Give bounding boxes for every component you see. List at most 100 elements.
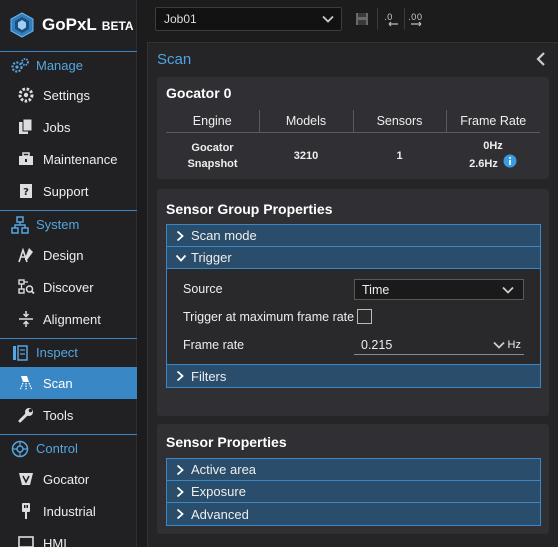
chevron-right-icon — [175, 370, 189, 382]
job-select[interactable]: Job01 — [155, 7, 342, 31]
nav-design[interactable]: Design — [0, 239, 137, 271]
discover-icon — [16, 277, 36, 297]
sidebar: GoPxL BETA Manage Settings Jobs Maintena… — [0, 0, 137, 547]
nav-tools[interactable]: Tools — [0, 399, 137, 431]
hmi-icon — [16, 533, 36, 547]
engine-mode: Snapshot — [187, 157, 238, 170]
documents-icon — [16, 117, 36, 137]
toolbar: Job01 .0 .00 — [148, 0, 558, 38]
source-select[interactable]: Time — [354, 279, 524, 300]
section-label: Filters — [191, 368, 227, 384]
max-rate-label: Trigger at maximum frame rate — [183, 310, 355, 324]
nav-maintenance[interactable]: Maintenance — [0, 143, 137, 175]
chevron-down-icon — [501, 283, 515, 300]
section-label: Advanced — [191, 506, 249, 522]
sensor-property-sections: Active area Exposure Advanced — [166, 458, 541, 526]
inspect-icon — [10, 343, 30, 363]
gocator-status-card: Gocator 0 Engine Models Sensors Frame Ra… — [157, 77, 549, 179]
nav-label: Industrial — [43, 503, 96, 519]
frame-rate-label: Frame rate — [183, 338, 245, 352]
models-cell: 3210 — [293, 149, 319, 162]
section-filters[interactable]: Filters — [167, 365, 540, 387]
nav-label: Tools — [43, 407, 74, 423]
chevron-down-icon — [175, 253, 189, 263]
nav-label: Maintenance — [43, 151, 118, 167]
decrease-decimals-icon[interactable]: .0 — [382, 9, 402, 29]
frame-rate-value: 0.215 — [361, 337, 393, 352]
collapse-panel-icon[interactable] — [534, 51, 548, 72]
status-table: Engine Models Sensors Frame Rate Gocator… — [166, 110, 540, 173]
section-scan-mode[interactable]: Scan mode — [167, 225, 540, 247]
increase-decimals-icon[interactable]: .00 — [407, 9, 427, 29]
col-header-engine: Engine — [166, 110, 260, 132]
chevron-right-icon — [175, 486, 189, 498]
chevron-right-icon — [175, 464, 189, 476]
svg-text:.0: .0 — [384, 13, 393, 23]
info-icon[interactable] — [503, 154, 517, 173]
nav-label: Settings — [43, 87, 90, 103]
panel-title: Scan — [157, 51, 192, 68]
nav-hmi[interactable]: HMI — [0, 527, 137, 547]
control-icon — [10, 439, 30, 459]
chevron-right-icon — [175, 508, 189, 520]
nav-label: Gocator — [43, 471, 90, 487]
section-control[interactable]: Control — [0, 434, 137, 462]
svg-text:.00: .00 — [408, 13, 423, 23]
wrench-icon — [16, 405, 36, 425]
section-advanced[interactable]: Advanced — [167, 503, 540, 525]
section-label: Manage — [36, 58, 83, 73]
save-icon[interactable] — [352, 9, 372, 29]
sensors-cell: 1 — [396, 149, 403, 162]
nav-label: Support — [43, 183, 89, 199]
network-icon — [10, 215, 30, 235]
gopxl-logo-icon — [10, 12, 34, 38]
nav-label: HMI — [43, 535, 67, 547]
job-select-value: Job01 — [164, 12, 197, 26]
frame-rate-current: 0Hz — [483, 140, 503, 152]
nav-jobs[interactable]: Jobs — [0, 111, 137, 143]
chevron-down-icon[interactable] — [492, 339, 506, 354]
nav-label: Jobs — [43, 119, 71, 135]
section-exposure[interactable]: Exposure — [167, 481, 540, 503]
frame-rate-cell: 0Hz 2.6Hz — [446, 138, 540, 173]
col-header-sensors: Sensors — [353, 110, 447, 132]
section-trigger[interactable]: Trigger — [167, 247, 540, 269]
card-title: Sensor Group Properties — [166, 201, 333, 217]
nav-settings[interactable]: Settings — [0, 79, 137, 111]
alignment-icon — [16, 309, 36, 329]
scan-panel: Scan Gocator 0 Engine Models Sensors Fra… — [147, 42, 558, 547]
section-inspect[interactable]: Inspect — [0, 338, 137, 366]
section-label: Exposure — [191, 484, 246, 499]
toolbar-divider — [377, 8, 378, 30]
section-active-area[interactable]: Active area — [167, 459, 540, 481]
scan-icon — [16, 373, 36, 393]
sensor-group-card: Sensor Group Properties Scan mode Trigge… — [157, 189, 549, 416]
nav-gocator[interactable]: Gocator — [0, 463, 137, 495]
gear-icon — [16, 85, 36, 105]
source-label: Source — [183, 282, 223, 296]
nav-industrial[interactable]: Industrial — [0, 495, 137, 527]
max-rate-checkbox[interactable] — [357, 309, 372, 324]
section-label: Control — [36, 441, 78, 456]
sensor-properties-card: Sensor Properties Active area Exposure A… — [157, 424, 549, 534]
section-system[interactable]: System — [0, 210, 137, 238]
nav-discover[interactable]: Discover — [0, 271, 137, 303]
table-row: Gocator Snapshot 3210 1 0Hz 2.6Hz — [166, 138, 540, 173]
toolbar-divider — [404, 8, 405, 30]
section-manage[interactable]: Manage — [0, 51, 137, 79]
logo: GoPxL BETA — [0, 0, 137, 50]
gears-icon — [10, 56, 30, 76]
nav-support[interactable]: ? Support — [0, 175, 137, 207]
section-label: Inspect — [36, 345, 78, 360]
section-label: System — [36, 217, 80, 232]
frame-rate-input[interactable]: 0.215 Hz — [354, 335, 524, 355]
help-book-icon: ? — [16, 181, 36, 201]
nav-alignment[interactable]: Alignment — [0, 303, 137, 335]
card-title: Sensor Properties — [166, 434, 287, 450]
frame-rate-max: 2.6Hz — [469, 157, 498, 170]
col-header-models: Models — [259, 110, 354, 132]
sensor-group-sections: Scan mode Trigger Source Time Trigger at… — [166, 224, 541, 388]
nav-label: Discover — [43, 279, 94, 295]
col-header-frame-rate: Frame Rate — [460, 113, 527, 128]
nav-scan[interactable]: Scan — [0, 367, 137, 399]
